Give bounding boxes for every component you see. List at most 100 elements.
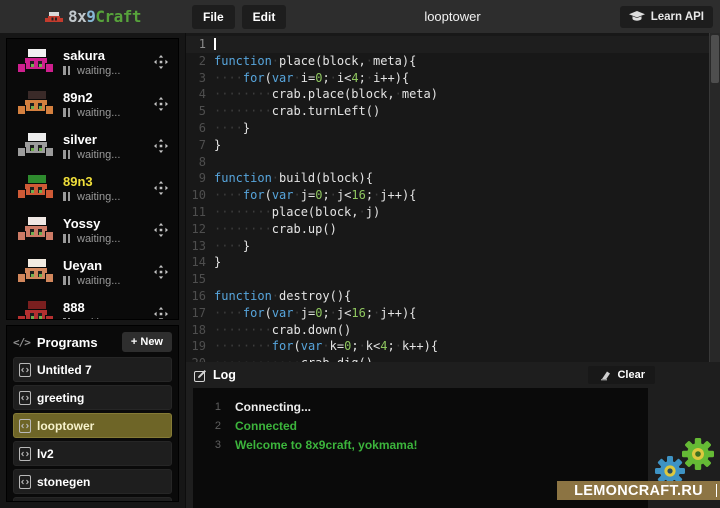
- crab-info: 89n3 waiting...: [63, 174, 154, 203]
- crab-name: Ueyan: [63, 258, 154, 273]
- crab-name: 89n2: [63, 90, 154, 105]
- clear-log-button[interactable]: Clear: [588, 366, 655, 384]
- move-target-icon[interactable]: [154, 265, 168, 279]
- code-brackets-icon: </>: [13, 336, 30, 349]
- code-line[interactable]: 8: [186, 154, 720, 171]
- scrollbar-thumb[interactable]: [711, 35, 719, 83]
- program-item[interactable]: stonegen: [13, 469, 172, 494]
- crab-avatar: [17, 257, 55, 287]
- pause-icon: [63, 108, 72, 117]
- log-title: Log: [213, 368, 236, 382]
- program-item[interactable]: lv2: [13, 441, 172, 466]
- crab-row[interactable]: 888 waiting...: [7, 293, 178, 320]
- move-target-icon[interactable]: [154, 97, 168, 111]
- log-line-number: 2: [193, 420, 221, 432]
- code-line[interactable]: 2function·place(block,·meta){: [186, 53, 720, 70]
- code-line[interactable]: 16function·destroy(){: [186, 288, 720, 305]
- crab-list: sakura waiting... 89n2 waiting...: [6, 38, 179, 320]
- crab-name: 888: [63, 300, 154, 315]
- eraser-icon: [598, 370, 611, 381]
- edit-menu-button[interactable]: Edit: [242, 5, 287, 29]
- learn-api-label: Learn API: [651, 11, 704, 23]
- crab-row[interactable]: Ueyan waiting...: [7, 251, 178, 293]
- crab-row[interactable]: silver waiting...: [7, 125, 178, 167]
- program-label: Untitled 7: [37, 363, 92, 377]
- crab-row[interactable]: sakura waiting...: [7, 41, 178, 83]
- crab-status: waiting...: [63, 233, 154, 245]
- learn-api-button[interactable]: Learn API: [620, 6, 713, 28]
- crab-eye: [30, 145, 34, 151]
- log-line-text: Connecting...: [235, 400, 311, 414]
- code-line[interactable]: 17····for(var·j=0;·j<16;·j++){: [186, 305, 720, 322]
- program-item[interactable]: Untitled 7: [13, 357, 172, 382]
- code-line[interactable]: 1: [186, 36, 720, 53]
- pause-icon: [63, 318, 72, 320]
- log-line-number: 1: [193, 401, 221, 413]
- script-file-icon: [19, 363, 31, 377]
- crab-row[interactable]: 89n3 waiting...: [7, 167, 178, 209]
- code-line[interactable]: 11········place(block,·j): [186, 204, 720, 221]
- move-target-icon[interactable]: [154, 181, 168, 195]
- logo-text: 8x9Craft: [68, 7, 141, 26]
- script-file-icon: [19, 391, 31, 405]
- crab-status-text: waiting...: [77, 233, 120, 245]
- code-line[interactable]: 18········crab.down(): [186, 322, 720, 339]
- code-editor[interactable]: 12function·place(block,·meta){3····for(v…: [186, 33, 720, 362]
- code-line[interactable]: 13····}: [186, 238, 720, 255]
- crab-status: waiting...: [63, 275, 154, 287]
- code-line[interactable]: 6····}: [186, 120, 720, 137]
- code-line[interactable]: 3····for(var·i=0;·i<4;·i++){: [186, 70, 720, 87]
- code-line[interactable]: 20············crab.dig(): [186, 355, 720, 362]
- code-line[interactable]: 12········crab.up(): [186, 221, 720, 238]
- sidebar: sakura waiting... 89n2 waiting...: [0, 33, 185, 508]
- program-label: stonegen: [37, 475, 90, 489]
- code-line[interactable]: 4········crab.place(block,·meta): [186, 86, 720, 103]
- crab-status-text: waiting...: [77, 107, 120, 119]
- crab-row[interactable]: 89n2 waiting...: [7, 83, 178, 125]
- programs-panel: </> Programs + New Untitled 7 greeting l…: [6, 325, 179, 502]
- clear-label: Clear: [617, 369, 645, 381]
- script-file-icon: [19, 419, 31, 433]
- crab-status: waiting...: [63, 65, 154, 77]
- crab-row[interactable]: Yossy waiting...: [7, 209, 178, 251]
- crab-avatar: [17, 299, 55, 320]
- watermark-caret: [716, 484, 718, 497]
- code-lines: 12function·place(block,·meta){3····for(v…: [186, 36, 720, 362]
- code-line[interactable]: 7}: [186, 137, 720, 154]
- pause-icon: [63, 192, 72, 201]
- script-file-icon: [19, 475, 31, 489]
- file-menu-button[interactable]: File: [192, 5, 235, 29]
- crab-eye: [30, 103, 34, 109]
- crab-eye: [38, 61, 42, 67]
- programs-title: Programs: [37, 335, 122, 350]
- crab-eye: [30, 187, 34, 193]
- code-line[interactable]: 9function·build(block){: [186, 170, 720, 187]
- code-line[interactable]: 14}: [186, 254, 720, 271]
- program-item[interactable]: looptower: [13, 413, 172, 438]
- code-line[interactable]: 5········crab.turnLeft(): [186, 103, 720, 120]
- program-item[interactable]: greeting: [13, 385, 172, 410]
- crab-status-text: waiting...: [77, 191, 120, 203]
- crab-eye: [30, 229, 34, 235]
- crab-status-text: waiting...: [77, 317, 120, 321]
- graduation-cap-icon: [629, 11, 645, 22]
- code-line[interactable]: 10····for(var·j=0;·j<16;·j++){: [186, 187, 720, 204]
- crab-status-text: waiting...: [77, 149, 120, 161]
- move-target-icon[interactable]: [154, 139, 168, 153]
- log-line: 3 Welcome to 8x9craft, yokmama!: [193, 435, 648, 454]
- program-item[interactable]: l v 2: [13, 497, 172, 502]
- move-target-icon[interactable]: [154, 55, 168, 69]
- code-line[interactable]: 19········for(var·k=0;·k<4;·k++){: [186, 338, 720, 355]
- move-target-icon[interactable]: [154, 223, 168, 237]
- editor-scrollbar[interactable]: [709, 33, 720, 362]
- crab-info: 89n2 waiting...: [63, 90, 154, 119]
- top-bar: 8x9Craft File Edit looptower Learn API: [0, 0, 720, 33]
- crab-name: sakura: [63, 48, 154, 63]
- pause-icon: [63, 276, 72, 285]
- new-program-button[interactable]: + New: [122, 332, 172, 352]
- log-header: Log Clear: [186, 362, 720, 388]
- move-target-icon[interactable]: [154, 307, 168, 320]
- text-cursor: [214, 38, 216, 50]
- code-line[interactable]: 15: [186, 271, 720, 288]
- app-logo: 8x9Craft: [0, 0, 185, 33]
